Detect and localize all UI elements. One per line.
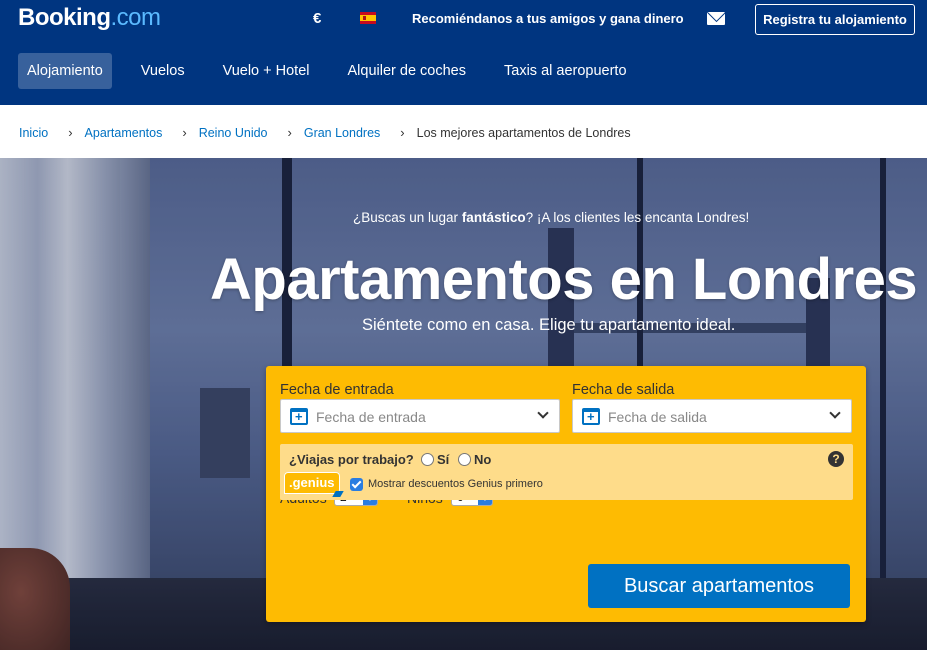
search-button[interactable]: Buscar apartamentos — [588, 564, 850, 608]
breadcrumb-link[interactable]: Reino Unido — [199, 126, 268, 140]
checkin-label: Fecha de entrada — [280, 382, 394, 398]
top-header: Booking.com € Recomiéndanos a tus amigos… — [0, 0, 927, 105]
chevron-down-icon — [829, 407, 841, 419]
checkout-field[interactable]: Fecha de salida — [572, 399, 852, 433]
currency-selector[interactable]: € — [313, 10, 321, 27]
mail-icon[interactable] — [707, 12, 725, 25]
genius-row: .genius Mostrar descuentos Genius primer… — [280, 468, 853, 500]
hero-tagline: ¿Buscas un lugar fantástico? ¡A los clie… — [353, 210, 750, 225]
genius-logo: .genius — [284, 472, 340, 494]
nav-item-car-rental[interactable]: Alquiler de coches — [339, 53, 476, 89]
business-yes-label[interactable]: Sí — [437, 452, 449, 467]
breadcrumb: Inicio › Apartamentos › Reino Unido › Gr… — [0, 105, 927, 158]
calendar-icon — [290, 408, 308, 425]
checkin-field[interactable]: Fecha de entrada — [280, 399, 560, 433]
breadcrumb-link[interactable]: Apartamentos — [85, 126, 163, 140]
search-box: Fecha de entrada Fecha de entrada Fecha … — [266, 366, 866, 622]
page-title: Apartamentos en Londres — [210, 247, 918, 312]
chevron-down-icon — [537, 407, 549, 419]
breadcrumb-link[interactable]: Gran Londres — [304, 126, 380, 140]
business-no-radio[interactable] — [458, 453, 471, 466]
genius-label[interactable]: Mostrar descuentos Genius primero — [368, 478, 543, 490]
business-no-label[interactable]: No — [474, 452, 491, 467]
refer-friends-link[interactable]: Recomiéndanos a tus amigos y gana dinero — [412, 11, 684, 26]
nav-item-airport-taxis[interactable]: Taxis al aeropuerto — [495, 53, 636, 89]
breadcrumb-link[interactable]: Inicio — [19, 126, 48, 140]
breadcrumb-separator: › — [68, 125, 73, 140]
language-flag-icon[interactable] — [360, 12, 376, 24]
nav-item-flight-hotel[interactable]: Vuelo + Hotel — [214, 53, 319, 89]
booking-logo[interactable]: Booking.com — [18, 4, 161, 32]
business-yes-radio[interactable] — [421, 453, 434, 466]
nav-item-accommodation[interactable]: Alojamiento — [18, 53, 112, 89]
main-nav: Alojamiento Vuelos Vuelo + Hotel Alquile… — [18, 53, 656, 89]
hero-section: ¿Buscas un lugar fantástico? ¡A los clie… — [0, 158, 927, 650]
register-property-button[interactable]: Registra tu alojamiento — [755, 4, 915, 35]
business-travel-question: ¿Viajas por trabajo? — [289, 452, 414, 467]
breadcrumb-current: Los mejores apartamentos de Londres — [416, 125, 631, 140]
calendar-icon — [582, 408, 600, 425]
hero-subtitle: Siéntete como en casa. Elige tu apartame… — [362, 316, 736, 334]
breadcrumb-separator: › — [400, 125, 405, 140]
genius-checkbox[interactable] — [350, 478, 363, 491]
help-icon[interactable]: ? — [828, 451, 844, 467]
checkout-label: Fecha de salida — [572, 382, 675, 398]
breadcrumb-separator: › — [182, 125, 187, 140]
breadcrumb-separator: › — [287, 125, 292, 140]
nav-item-flights[interactable]: Vuelos — [132, 53, 194, 89]
